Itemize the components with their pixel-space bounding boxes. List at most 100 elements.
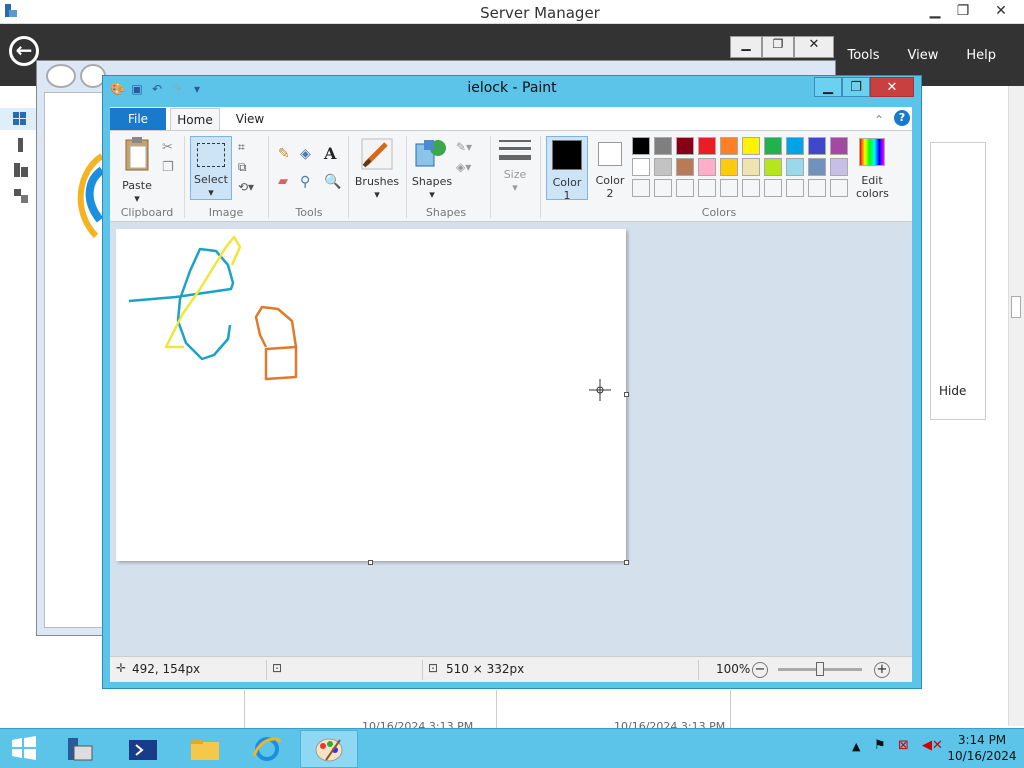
paint-maximize-button[interactable]: ❐ [842, 77, 870, 97]
tab-file[interactable]: File [110, 108, 166, 130]
palette-empty-swatch[interactable] [764, 179, 782, 197]
start-button[interactable] [8, 734, 40, 762]
tab-view[interactable]: View [228, 108, 272, 130]
ie-back-icon[interactable] [46, 64, 76, 88]
color2-button[interactable]: Color 2 [592, 136, 628, 200]
palette-swatch[interactable] [676, 137, 694, 155]
canvas-resize-handle-bottom[interactable] [368, 560, 373, 565]
text-icon[interactable]: A [324, 144, 336, 163]
paste-button[interactable]: Paste ▾ [118, 136, 156, 205]
sidebar-item-file-services[interactable] [12, 188, 30, 204]
brushes-button[interactable]: Brushes ▾ [354, 136, 400, 201]
show-hidden-icons-icon[interactable]: ▲ [852, 740, 860, 753]
canvas-resize-handle-right[interactable] [624, 392, 629, 397]
palette-empty-swatch[interactable] [654, 179, 672, 197]
minimize-ribbon-icon[interactable]: ⌃ [874, 113, 884, 127]
side-panel [930, 142, 986, 420]
fill-shape-icon[interactable]: ◈▾ [456, 160, 471, 174]
volume-icon[interactable]: ◀✕ [922, 738, 943, 753]
scrollbar[interactable] [1008, 86, 1024, 726]
palette-swatch[interactable] [720, 158, 738, 176]
pencil-icon[interactable]: ✎ [278, 146, 290, 162]
select-button[interactable]: Select ▾ [190, 136, 232, 200]
palette-swatch[interactable] [698, 158, 716, 176]
palette-swatch[interactable] [786, 158, 804, 176]
palette-swatch[interactable] [830, 158, 848, 176]
zoom-out-button[interactable]: − [752, 662, 768, 678]
network-icon[interactable]: ⊠ [898, 738, 909, 753]
back-arrow-icon[interactable]: ← [9, 36, 39, 66]
taskbar-powershell[interactable] [114, 730, 172, 768]
palette-empty-swatch[interactable] [786, 179, 804, 197]
palette-swatch[interactable] [654, 158, 672, 176]
brushes-label: Brushes [354, 175, 400, 188]
size-button[interactable]: Size ▾ [496, 138, 534, 198]
drawing-canvas[interactable] [116, 229, 626, 561]
palette-swatch[interactable] [742, 158, 760, 176]
palette-swatch[interactable] [654, 137, 672, 155]
paint-minimize-button[interactable]: ▁ [814, 77, 842, 97]
menu-view[interactable]: View [908, 48, 939, 63]
action-center-flag-icon[interactable]: ⚑ [874, 738, 886, 753]
copy-icon[interactable]: ❐ [162, 160, 174, 175]
resize-icon[interactable]: ⧉ [238, 160, 247, 175]
close-button[interactable]: ✕ [984, 0, 1018, 22]
palette-swatch[interactable] [808, 137, 826, 155]
eraser-icon[interactable]: ▰ [278, 174, 288, 189]
palette-swatch[interactable] [676, 158, 694, 176]
menu-help[interactable]: Help [966, 48, 996, 63]
sidebar-item-dashboard[interactable] [0, 108, 38, 130]
status-separator [698, 660, 699, 680]
crop-icon[interactable]: ⌗ [238, 140, 245, 155]
edit-colors-button[interactable]: Edit colors [856, 138, 889, 202]
color1-button[interactable]: Color 1 [546, 136, 588, 202]
taskbar-paint[interactable] [300, 730, 358, 768]
taskbar-internet-explorer[interactable] [238, 730, 296, 768]
shapes-button[interactable]: Shapes ▾ [410, 136, 454, 201]
palette-empty-swatch[interactable] [632, 179, 650, 197]
help-icon[interactable]: ? [894, 110, 910, 126]
palette-empty-swatch[interactable] [808, 179, 826, 197]
select-dropdown-icon: ▾ [208, 186, 214, 199]
palette-swatch[interactable] [764, 137, 782, 155]
minimize-button[interactable]: ▁ [920, 0, 950, 22]
palette-empty-swatch[interactable] [720, 179, 738, 197]
outline-icon[interactable]: ✎▾ [456, 140, 472, 154]
fill-icon[interactable]: ◈ [300, 146, 311, 162]
zoom-slider-thumb[interactable] [816, 662, 824, 676]
palette-empty-swatch[interactable] [742, 179, 760, 197]
palette-empty-swatch[interactable] [698, 179, 716, 197]
magnifier-icon[interactable]: 🔍 [324, 174, 341, 190]
paint-close-button[interactable]: ✕ [870, 77, 914, 97]
hide-button[interactable]: Hide [939, 384, 966, 398]
taskbar-server-manager[interactable] [50, 730, 108, 768]
canvas-resize-handle-corner[interactable] [624, 560, 629, 565]
taskbar-file-explorer[interactable] [176, 730, 234, 768]
ie-restore-button[interactable]: ❐ [762, 36, 794, 58]
tab-home[interactable]: Home [170, 108, 220, 131]
palette-swatch[interactable] [830, 137, 848, 155]
sidebar-item-all-servers[interactable] [12, 162, 30, 178]
paste-dropdown-icon: ▾ [134, 192, 140, 205]
palette-swatch[interactable] [786, 137, 804, 155]
zoom-in-button[interactable]: + [874, 662, 890, 678]
palette-swatch[interactable] [808, 158, 826, 176]
scrollbar-thumb[interactable] [1011, 296, 1021, 318]
palette-swatch[interactable] [632, 137, 650, 155]
rotate-icon[interactable]: ⟲▾ [238, 180, 254, 194]
ie-minimize-button[interactable]: ▁ [730, 36, 762, 58]
palette-empty-swatch[interactable] [676, 179, 694, 197]
palette-swatch[interactable] [632, 158, 650, 176]
palette-swatch[interactable] [764, 158, 782, 176]
palette-swatch[interactable] [720, 137, 738, 155]
cut-icon[interactable]: ✂ [162, 140, 173, 155]
ie-close-button[interactable]: ✕ [794, 36, 834, 58]
clock[interactable]: 3:14 PM 10/16/2024 [944, 732, 1020, 764]
color-picker-icon[interactable]: ⚲ [300, 174, 310, 190]
palette-swatch[interactable] [742, 137, 760, 155]
menu-tools[interactable]: Tools [847, 48, 879, 63]
palette-empty-swatch[interactable] [830, 179, 848, 197]
restore-button[interactable]: ❐ [948, 0, 978, 22]
palette-swatch[interactable] [698, 137, 716, 155]
sidebar-item-local-server[interactable] [12, 137, 30, 153]
